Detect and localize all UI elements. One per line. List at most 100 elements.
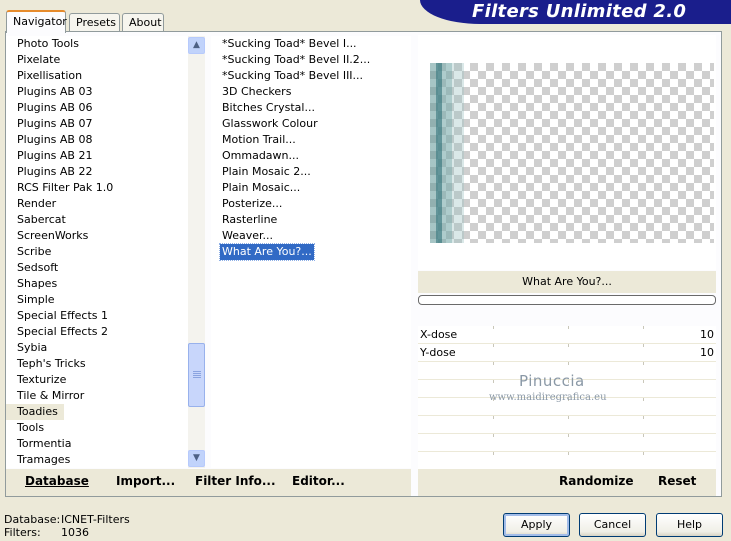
category-label: ScreenWorks <box>17 229 89 242</box>
chevron-up-icon[interactable]: ▲ <box>188 37 205 54</box>
category-label: Tools <box>17 421 45 434</box>
progress-bar <box>418 295 716 305</box>
filter-item[interactable]: Bitches Crystal... <box>211 100 411 116</box>
app-title: Filters Unlimited 2.0 <box>472 1 687 22</box>
status-filters-value: 1036 <box>61 526 89 539</box>
filter-item[interactable]: Glasswork Colour <box>211 116 411 132</box>
import-button[interactable]: Import... <box>116 474 175 488</box>
category-item[interactable]: Render <box>6 196 188 212</box>
category-item[interactable]: Plugins AB 21 <box>6 148 188 164</box>
tab-about[interactable]: About <box>122 13 164 32</box>
filter-item[interactable]: *Sucking Toad* Bevel I... <box>211 36 411 52</box>
reset-button[interactable]: Reset <box>658 474 696 488</box>
status-database: Database: ICNET-Filters <box>4 513 130 526</box>
category-scrollbar[interactable]: ▲ ▼ <box>188 36 205 468</box>
category-label: Teph's Tricks <box>17 357 86 370</box>
category-label: Plugins AB 21 <box>17 149 93 162</box>
category-item[interactable]: Pixellisation <box>6 68 188 84</box>
status-filters-key: Filters: <box>4 526 41 539</box>
filter-label: *Sucking Toad* Bevel I... <box>222 37 357 50</box>
randomize-button[interactable]: Randomize <box>559 474 633 488</box>
filter-item[interactable]: Plain Mosaic... <box>211 180 411 196</box>
parameter-row[interactable] <box>418 452 716 470</box>
category-item[interactable]: Special Effects 1 <box>6 308 188 324</box>
scroll-thumb[interactable] <box>188 343 205 407</box>
category-item[interactable]: Sedsoft <box>6 260 188 276</box>
filter-label: Plain Mosaic 2... <box>222 165 311 178</box>
cancel-button[interactable]: Cancel <box>579 513 646 537</box>
category-item[interactable]: Plugins AB 07 <box>6 116 188 132</box>
filter-item[interactable]: What Are You?... <box>211 243 411 261</box>
category-item[interactable]: Tile & Mirror <box>6 388 188 404</box>
category-item[interactable]: Toadies <box>6 404 188 420</box>
category-label: Special Effects 2 <box>17 325 109 338</box>
parameter-row[interactable] <box>418 416 716 434</box>
category-item[interactable]: Plugins AB 03 <box>6 84 188 100</box>
category-item[interactable]: Tools <box>6 420 188 436</box>
category-item[interactable]: Plugins AB 08 <box>6 132 188 148</box>
category-label: Plugins AB 22 <box>17 165 93 178</box>
category-label: Scribe <box>17 245 52 258</box>
filter-item[interactable]: Ommadawn... <box>211 148 411 164</box>
parameter-label: Y-dose <box>420 346 456 359</box>
category-item[interactable]: Teph's Tricks <box>6 356 188 372</box>
watermark-name: Pinuccia <box>519 372 585 390</box>
filter-item[interactable]: Posterize... <box>211 196 411 212</box>
category-list[interactable]: Photo Tools Pixelate Pixellisation Plugins … <box>6 36 188 468</box>
category-item[interactable]: Pixelate <box>6 52 188 68</box>
help-button[interactable]: Help <box>656 513 723 537</box>
tab-presets[interactable]: Presets <box>69 13 120 32</box>
apply-button[interactable]: Apply <box>503 513 570 537</box>
parameter-value: 10 <box>700 328 714 341</box>
filter-label: Glasswork Colour <box>222 117 318 130</box>
status-database-key: Database: <box>4 513 61 526</box>
category-item[interactable]: Scribe <box>6 244 188 260</box>
category-item[interactable]: Special Effects 2 <box>6 324 188 340</box>
category-label: Sedsoft <box>17 261 59 274</box>
category-item[interactable]: Texturize <box>6 372 188 388</box>
editor-button[interactable]: Editor... <box>292 474 345 488</box>
category-item[interactable]: Shapes <box>6 276 188 292</box>
filter-label: Ommadawn... <box>222 149 300 162</box>
preview-panel <box>418 35 716 270</box>
category-item[interactable]: Sabercat <box>6 212 188 228</box>
category-item[interactable]: Sybia <box>6 340 188 356</box>
filter-label: 3D Checkers <box>222 85 292 98</box>
preview-image <box>430 63 714 243</box>
category-item[interactable]: Plugins AB 22 <box>6 164 188 180</box>
category-label: Toadies <box>6 404 64 420</box>
category-item[interactable]: Photo Tools <box>6 36 188 52</box>
filter-item[interactable]: Motion Trail... <box>211 132 411 148</box>
category-item[interactable]: Tormentia <box>6 436 188 452</box>
tab-navigator[interactable]: Navigator <box>6 10 67 33</box>
category-label: Shapes <box>17 277 58 290</box>
category-label: Texturize <box>17 373 67 386</box>
category-item[interactable]: ScreenWorks <box>6 228 188 244</box>
parameter-row[interactable] <box>418 434 716 452</box>
category-label: Pixelate <box>17 53 61 66</box>
parameter-row[interactable]: Y-dose 10 <box>418 344 716 362</box>
category-label: Tile & Mirror <box>17 389 85 402</box>
filter-label: Bitches Crystal... <box>222 101 315 114</box>
filter-item[interactable]: *Sucking Toad* Bevel II.2... <box>211 52 411 68</box>
category-item[interactable]: Tramages <box>6 452 188 468</box>
filter-info-button[interactable]: Filter Info... <box>195 474 276 488</box>
filter-list[interactable]: *Sucking Toad* Bevel I... *Sucking Toad* … <box>211 36 411 468</box>
filter-label: Rasterline <box>222 213 278 226</box>
filter-name-label: What Are You?... <box>418 271 716 293</box>
filter-item[interactable]: Rasterline <box>211 212 411 228</box>
category-item[interactable]: RCS Filter Pak 1.0 <box>6 180 188 196</box>
parameter-row[interactable]: X-dose 10 <box>418 326 716 344</box>
filter-label: Motion Trail... <box>222 133 296 146</box>
filter-item[interactable]: *Sucking Toad* Bevel III... <box>211 68 411 84</box>
category-item[interactable]: Plugins AB 06 <box>6 100 188 116</box>
chevron-down-icon[interactable]: ▼ <box>188 450 205 467</box>
category-label: RCS Filter Pak 1.0 <box>17 181 114 194</box>
filter-item[interactable]: Weaver... <box>211 228 411 244</box>
category-label: Pixellisation <box>17 69 83 82</box>
filter-item[interactable]: Plain Mosaic 2... <box>211 164 411 180</box>
category-item[interactable]: Simple <box>6 292 188 308</box>
filter-item[interactable]: 3D Checkers <box>211 84 411 100</box>
database-button[interactable]: Database <box>25 474 89 488</box>
category-label: Photo Tools <box>17 37 79 50</box>
